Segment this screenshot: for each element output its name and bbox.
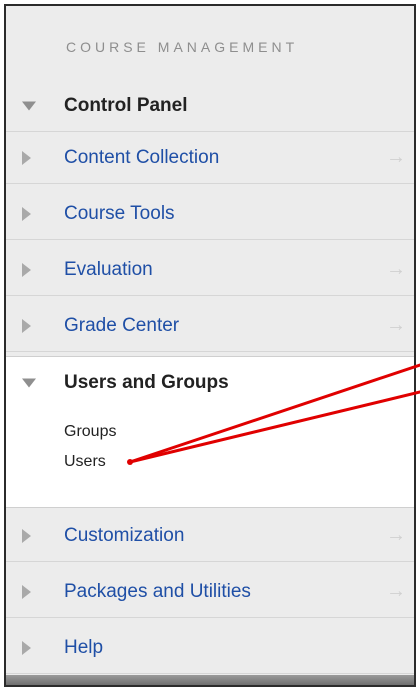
menu-item-label[interactable]: Course Tools: [64, 203, 175, 225]
arrow-right-icon[interactable]: →: [386, 314, 406, 337]
course-management-panel: COURSE MANAGEMENT Control Panel Content …: [4, 4, 416, 687]
menu-item-content-collection[interactable]: Content Collection →: [6, 132, 414, 184]
menu-item-help[interactable]: Help: [6, 622, 414, 674]
expand-triangle-icon[interactable]: [22, 262, 31, 277]
menu-item-grade-center[interactable]: Grade Center →: [6, 300, 414, 352]
arrow-right-icon[interactable]: →: [386, 146, 406, 169]
expand-triangle-icon[interactable]: [22, 150, 31, 165]
menu-item-label[interactable]: Evaluation: [64, 259, 153, 281]
collapse-triangle-icon[interactable]: [22, 378, 36, 388]
users-and-groups-section: Users and Groups Groups Users: [6, 356, 414, 508]
menu-item-label[interactable]: Grade Center: [64, 315, 179, 337]
menu-item-customization[interactable]: Customization →: [6, 510, 414, 562]
menu-item-evaluation[interactable]: Evaluation →: [6, 244, 414, 296]
arrow-right-icon[interactable]: →: [386, 258, 406, 281]
control-panel-label: Control Panel: [64, 94, 188, 116]
users-and-groups-row[interactable]: Users and Groups: [6, 357, 414, 409]
submenu-groups-link[interactable]: Groups: [64, 423, 116, 441]
control-panel-row[interactable]: Control Panel: [6, 80, 414, 132]
users-and-groups-label: Users and Groups: [64, 372, 229, 393]
arrow-right-icon[interactable]: →: [386, 524, 406, 547]
menu-item-label[interactable]: Packages and Utilities: [64, 581, 251, 603]
expand-triangle-icon[interactable]: [22, 318, 31, 333]
expand-triangle-icon[interactable]: [22, 528, 31, 543]
submenu-users-link[interactable]: Users: [64, 453, 106, 471]
arrow-right-icon[interactable]: →: [386, 580, 406, 603]
section-title: COURSE MANAGEMENT: [66, 39, 299, 55]
menu-item-course-tools[interactable]: Course Tools: [6, 188, 414, 240]
bottom-edge: [6, 675, 414, 685]
collapse-triangle-icon[interactable]: [22, 101, 36, 110]
menu-item-label[interactable]: Content Collection: [64, 147, 219, 169]
menu-item-label[interactable]: Help: [64, 637, 103, 659]
expand-triangle-icon[interactable]: [22, 584, 31, 599]
menu-item-packages-and-utilities[interactable]: Packages and Utilities →: [6, 566, 414, 618]
expand-triangle-icon[interactable]: [22, 206, 31, 221]
menu-item-label[interactable]: Customization: [64, 525, 184, 547]
expand-triangle-icon[interactable]: [22, 640, 31, 655]
